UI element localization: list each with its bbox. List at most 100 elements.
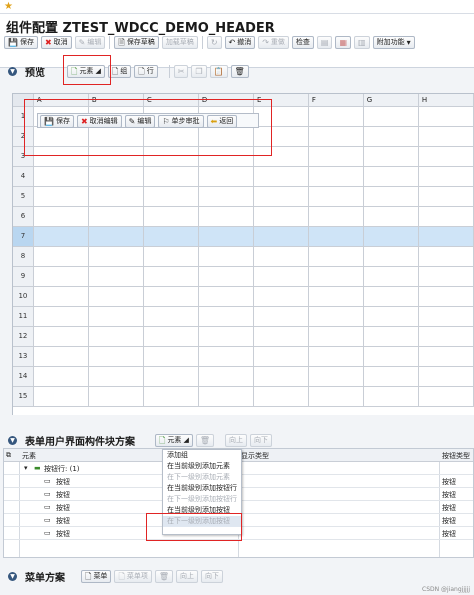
row-number[interactable]: 8 <box>13 246 34 267</box>
sheet-cell[interactable] <box>143 246 199 267</box>
sheet-cell[interactable] <box>418 266 474 287</box>
sheet-cell[interactable] <box>33 186 89 207</box>
sheet-row[interactable]: 14 <box>13 366 474 387</box>
sheet-cell[interactable] <box>363 266 419 287</box>
sheet-cell[interactable] <box>363 386 419 407</box>
sheet-row[interactable]: 15 <box>13 386 474 407</box>
add-row-button[interactable]: 🗋 行 <box>134 64 158 78</box>
sheet-cell[interactable] <box>198 226 254 247</box>
sheet-cell[interactable] <box>253 266 309 287</box>
sheet-cell[interactable] <box>363 286 419 307</box>
sheet-cell[interactable] <box>253 386 309 407</box>
dropdown-item[interactable]: 在当前级别添加元素 <box>163 461 241 472</box>
column-header[interactable]: F <box>308 94 364 107</box>
sheet-cell[interactable] <box>363 186 419 207</box>
sheet-cell[interactable] <box>363 126 419 147</box>
sheet-cell[interactable] <box>33 206 89 227</box>
sheet-cell[interactable] <box>308 326 364 347</box>
dropdown-item[interactable]: 在下一级别添加元素 <box>163 472 241 483</box>
sheet-cell[interactable] <box>33 346 89 367</box>
redo-button[interactable]: ↷ 重做 <box>258 36 289 49</box>
expand-arrow-icon[interactable]: ▾ <box>24 464 28 472</box>
sheet-cell[interactable] <box>418 346 474 367</box>
sheet-cell[interactable] <box>308 206 364 227</box>
sheet-cell[interactable] <box>143 286 199 307</box>
sheet-cell[interactable] <box>363 166 419 187</box>
sheet-cell[interactable] <box>198 366 254 387</box>
ui-delete-button[interactable]: 🗑 <box>195 433 214 447</box>
sheet-row[interactable]: 7 <box>13 226 474 247</box>
sheet-cell[interactable] <box>88 346 144 367</box>
sheet-cell[interactable] <box>198 166 254 187</box>
sheet-cell[interactable] <box>143 326 199 347</box>
move-down-button[interactable]: 向下 <box>249 433 272 447</box>
cut-button[interactable]: ✂ <box>173 64 189 78</box>
row-number[interactable]: 5 <box>13 186 34 207</box>
sheet-row[interactable]: 8 <box>13 246 474 267</box>
sheet-cell[interactable] <box>308 306 364 327</box>
menu-down-button[interactable]: 向下 <box>201 569 224 583</box>
row-number[interactable]: 4 <box>13 166 34 187</box>
dropdown-item[interactable]: 在下一级别添加按钮行 <box>163 494 241 505</box>
save-draft-button[interactable]: 🗎 保存草稿 <box>114 36 159 49</box>
add-menu-button[interactable]: 🗋 菜单 <box>81 569 112 583</box>
sheet-cell[interactable] <box>308 126 364 147</box>
row-number[interactable]: 10 <box>13 286 34 307</box>
sheet-cell[interactable] <box>33 386 89 407</box>
table-icon-button[interactable]: ▥ <box>354 36 370 49</box>
sheet-cell[interactable] <box>308 146 364 167</box>
add-menu-item-button[interactable]: 🗋 菜单项 <box>114 569 152 583</box>
sheet-cell[interactable] <box>363 146 419 167</box>
add-group-button[interactable]: 🗋 组 <box>107 64 132 78</box>
sheet-cell[interactable] <box>308 366 364 387</box>
sheet-cell[interactable] <box>363 346 419 367</box>
sheet-cell[interactable] <box>88 366 144 387</box>
dropdown-item[interactable]: 添加组 <box>163 450 241 461</box>
sheet-cell[interactable] <box>418 326 474 347</box>
sheet-cell[interactable] <box>33 266 89 287</box>
delete-button[interactable]: 🗑 <box>230 64 249 78</box>
sheet-cell[interactable] <box>143 346 199 367</box>
sheet-cell[interactable] <box>143 206 199 227</box>
sheet-cell[interactable] <box>418 106 474 127</box>
sheet-cell[interactable] <box>253 226 309 247</box>
sheet-cell[interactable] <box>253 286 309 307</box>
sheet-cell[interactable] <box>143 266 199 287</box>
sheet-cell[interactable] <box>308 106 364 127</box>
sheet-cell[interactable] <box>308 246 364 267</box>
sheet-cell[interactable] <box>33 226 89 247</box>
sheet-cell[interactable] <box>253 246 309 267</box>
check-button[interactable]: 检查 <box>291 36 314 49</box>
edit-button[interactable]: ✎ 编辑 <box>74 36 106 49</box>
load-draft-button[interactable]: 加载草稿 <box>161 36 198 49</box>
sheet-cell[interactable] <box>253 326 309 347</box>
sheet-cell[interactable] <box>33 166 89 187</box>
sheet-cell[interactable] <box>88 206 144 227</box>
sheet-cell[interactable] <box>418 226 474 247</box>
sheet-cell[interactable] <box>363 366 419 387</box>
sheet-cell[interactable] <box>88 186 144 207</box>
row-number[interactable]: 12 <box>13 326 34 347</box>
copy-button[interactable]: ❐ <box>191 64 207 78</box>
sheet-cell[interactable] <box>198 286 254 307</box>
sheet-cell[interactable] <box>88 386 144 407</box>
grid-icon-button[interactable]: ▦ <box>335 36 352 49</box>
sheet-cell[interactable] <box>418 246 474 267</box>
sheet-cell[interactable] <box>308 166 364 187</box>
sheet-cell[interactable] <box>88 326 144 347</box>
table-settings-icon[interactable]: ⧉ <box>6 451 11 460</box>
sheet-cell[interactable] <box>198 206 254 227</box>
sheet-cell[interactable] <box>88 286 144 307</box>
sheet-cell[interactable] <box>363 106 419 127</box>
sheet-cell[interactable] <box>363 326 419 347</box>
sheet-cell[interactable] <box>253 306 309 327</box>
menu-up-button[interactable]: 向上 <box>176 569 199 583</box>
sheet-cell[interactable] <box>418 186 474 207</box>
sheet-cell[interactable] <box>363 226 419 247</box>
sheet-cell[interactable] <box>418 306 474 327</box>
row-number[interactable]: 9 <box>13 266 34 287</box>
sheet-cell[interactable] <box>253 186 309 207</box>
sheet-cell[interactable] <box>418 126 474 147</box>
sheet-cell[interactable] <box>308 386 364 407</box>
sheet-cell[interactable] <box>88 166 144 187</box>
